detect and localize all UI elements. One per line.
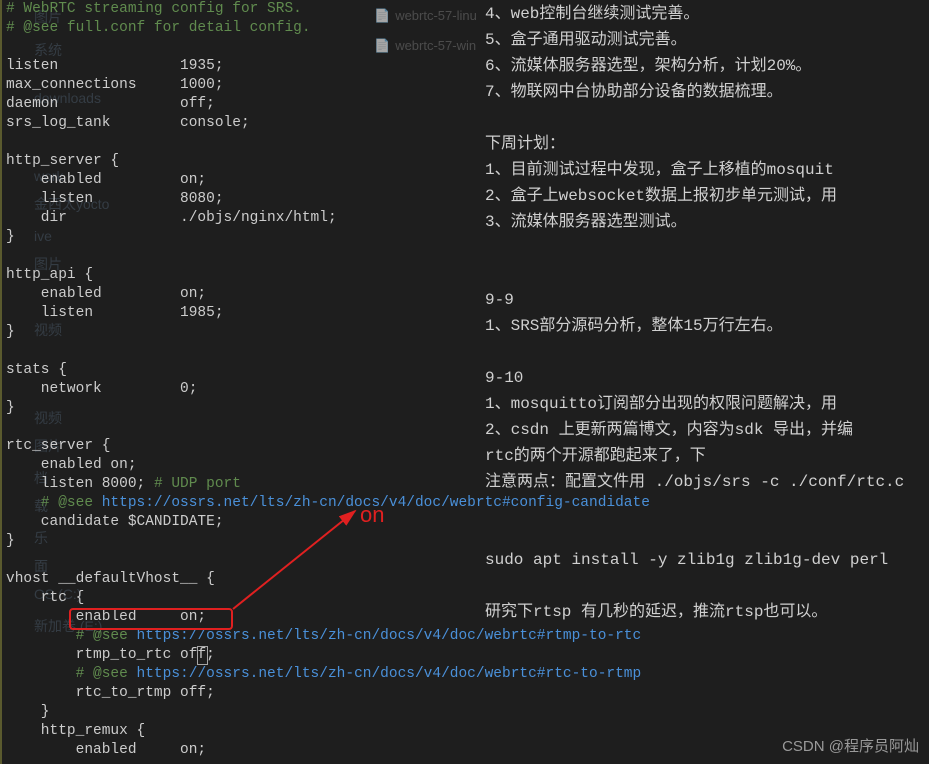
code-line: enabled on; — [6, 457, 137, 473]
notes-line: 9-9 — [485, 288, 919, 312]
url-link[interactable]: https://ossrs.net/lts/zh-cn/docs/v4/doc/… — [137, 628, 642, 644]
code-line: stats { — [6, 362, 67, 378]
code-line: http_api { — [6, 267, 93, 283]
notes-line: 2、csdn 上更新两篇博文，内容为sdk 导出，并编 — [485, 418, 919, 442]
code-line: enabled on; — [6, 286, 206, 302]
code-line: http_remux { — [6, 723, 145, 739]
csdn-watermark: CSDN @程序员阿灿 — [782, 737, 919, 756]
code-line: dir ./objs/nginx/html; — [6, 210, 337, 226]
code-line: network 0; — [6, 381, 197, 397]
code-line: rtc { — [6, 590, 84, 606]
code-line: } — [6, 400, 15, 416]
code-line: daemon off; — [6, 96, 215, 112]
comment-inline: # UDP port — [154, 476, 241, 492]
code-line: vhost __defaultVhost__ { — [6, 571, 215, 587]
code-line: candidate $CANDIDATE; — [6, 514, 224, 530]
annotation-label: on — [360, 505, 384, 524]
notes-line: rtc的两个开源都跑起来了，下 — [485, 444, 919, 468]
notes-line: 2、盒子上websocket数据上报初步单元测试，用 — [485, 184, 919, 208]
notes-line: 6、流媒体服务器选型，架构分析，计划20%。 — [485, 54, 919, 78]
code-line: max_connections 1000; — [6, 77, 224, 93]
notes-line: 5、盒子通用驱动测试完善。 — [485, 28, 919, 52]
code-line-rtmp-to-rtc: rtmp_to_rtc of — [6, 647, 197, 663]
comment-line: # @see — [6, 666, 137, 682]
code-line: } — [6, 324, 15, 340]
code-line: srs_log_tank console; — [6, 115, 250, 131]
cursor: f — [197, 646, 206, 665]
code-line: rtc_server { — [6, 438, 110, 454]
comment-line: # @see full.conf for detail config. — [6, 20, 311, 36]
notes-line: sudo apt install -y zlib1g zlib1g-dev pe… — [485, 548, 919, 572]
notes-line: 1、目前测试过程中发现，盒子上移植的mosquit — [485, 158, 919, 182]
code-line: listen 8000; — [6, 476, 154, 492]
code-line: http_server { — [6, 153, 119, 169]
code-line: } — [6, 533, 15, 549]
notes-line: 研究下rtsp 有几秒的延迟，推流rtsp也可以。 — [485, 600, 919, 624]
code-line: enabled on; — [6, 172, 206, 188]
notes-line: 7、物联网中台协助部分设备的数据梳理。 — [485, 80, 919, 104]
notes-panel[interactable]: 📄webrtc-57-linu 📄webrtc-57-win 4、web控制台继… — [475, 0, 929, 764]
code-line: enabled on; — [6, 742, 206, 758]
code-editor[interactable]: 图片 系统 downloads work 金西太yocto ive 图片 视频 … — [0, 0, 475, 764]
config-code[interactable]: # WebRTC streaming config for SRS. # @se… — [6, 0, 471, 760]
notes-line: 9-10 — [485, 366, 919, 390]
code-line: } — [6, 704, 50, 720]
notes-line: 注意两点：配置文件用 ./objs/srs -c ./conf/rtc.c — [485, 470, 919, 494]
code-line: } — [6, 229, 15, 245]
comment-line: # @see — [6, 628, 137, 644]
comment-line: # @see — [6, 495, 102, 511]
url-link[interactable]: https://ossrs.net/lts/zh-cn/docs/v4/doc/… — [137, 666, 642, 682]
code-line: listen 8080; — [6, 191, 224, 207]
notes-line: 3、流媒体服务器选型测试。 — [485, 210, 919, 234]
code-line: rtc_to_rtmp off; — [6, 685, 215, 701]
comment-line: # WebRTC streaming config for SRS. — [6, 1, 302, 17]
notes-line: 下周计划： — [485, 132, 919, 156]
code-line: listen 1985; — [6, 305, 224, 321]
notes-line: 1、SRS部分源码分析，整体15万行左右。 — [485, 314, 919, 338]
code-line: enabled on; — [6, 609, 206, 625]
notes-line: 4、web控制台继续测试完善。 — [485, 2, 919, 26]
code-line: listen 1935; — [6, 58, 224, 74]
notes-line: 1、mosquitto订阅部分出现的权限问题解决，用 — [485, 392, 919, 416]
